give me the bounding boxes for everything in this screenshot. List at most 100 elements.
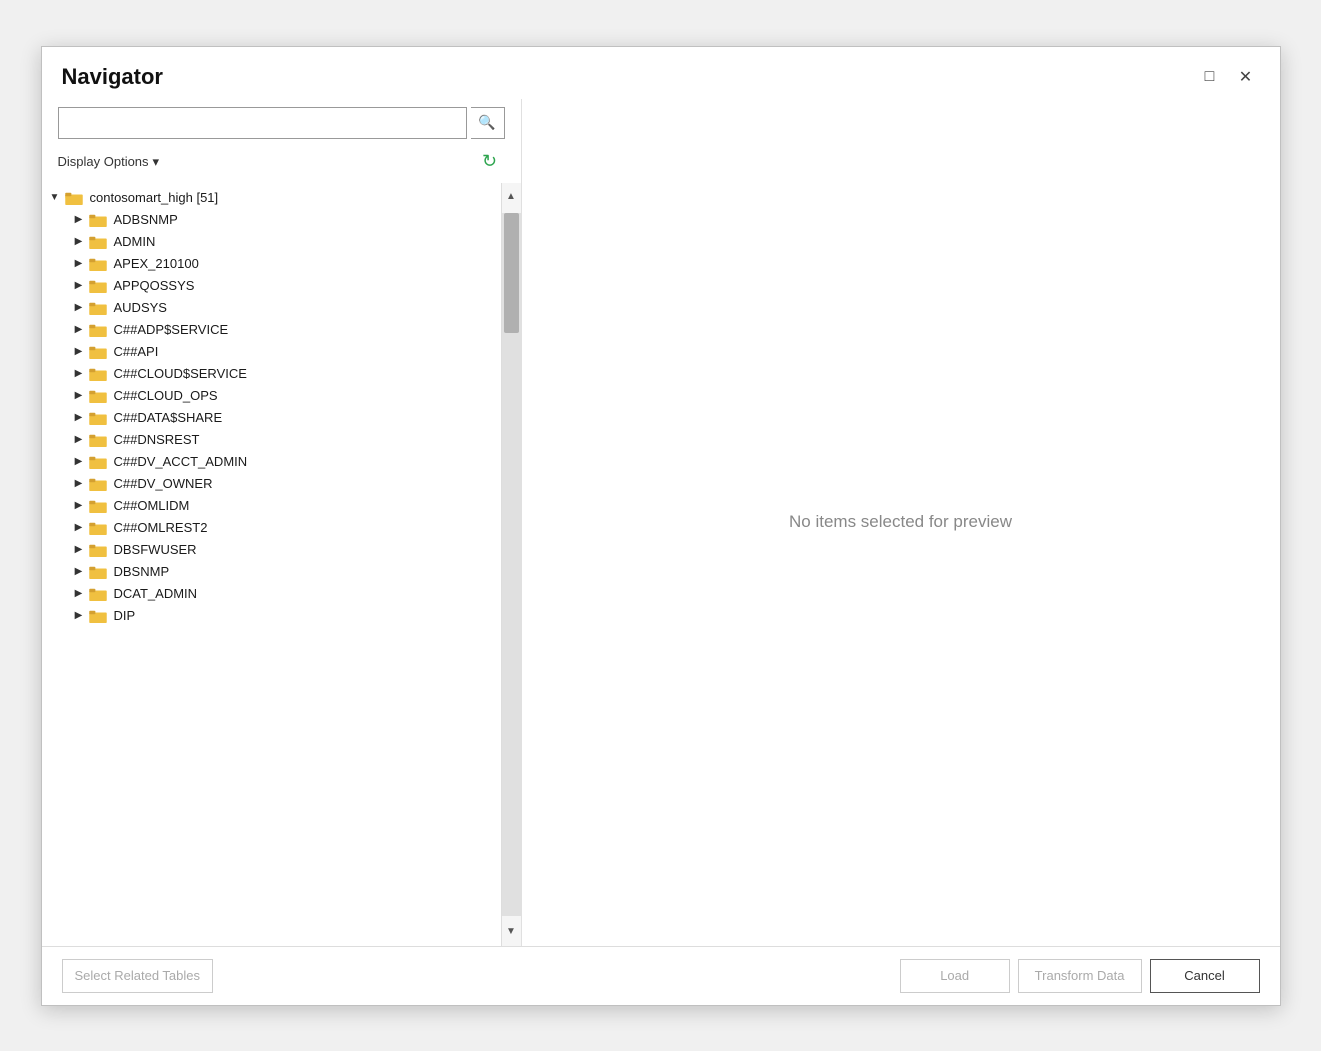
refresh-button[interactable]: ↻ <box>475 147 505 177</box>
item-label: AUDSYS <box>114 300 167 315</box>
scroll-up-button[interactable]: ▲ <box>501 183 521 211</box>
expand-icon: ▶ <box>70 500 88 511</box>
search-button[interactable]: 🔍 <box>471 107 505 139</box>
folder-icon <box>88 476 108 492</box>
list-item[interactable]: ▶ DCAT_ADMIN <box>42 583 501 605</box>
folder-icon <box>88 344 108 360</box>
folder-icon <box>88 608 108 624</box>
list-item[interactable]: ▶ C##CLOUD_OPS <box>42 385 501 407</box>
expand-icon: ▶ <box>70 346 88 357</box>
list-item[interactable]: ▶ C##OMLREST2 <box>42 517 501 539</box>
list-item[interactable]: ▶ AUDSYS <box>42 297 501 319</box>
transform-data-button[interactable]: Transform Data <box>1018 959 1142 993</box>
folder-icon <box>88 520 108 536</box>
item-label: C##DNSREST <box>114 432 200 447</box>
expand-icon: ▶ <box>70 522 88 533</box>
item-label: C##OMLREST2 <box>114 520 208 535</box>
search-input[interactable] <box>58 107 467 139</box>
tree-scroll[interactable]: ▼ contosomart_high [51] ▶ <box>42 183 501 946</box>
list-item[interactable]: ▶ C##DV_OWNER <box>42 473 501 495</box>
item-label: C##DATA$SHARE <box>114 410 223 425</box>
folder-icon <box>88 454 108 470</box>
item-label: C##DV_OWNER <box>114 476 213 491</box>
root-item-label: contosomart_high [51] <box>90 190 219 205</box>
folder-icon <box>88 432 108 448</box>
folder-icon <box>88 388 108 404</box>
cancel-button[interactable]: Cancel <box>1150 959 1260 993</box>
item-label: C##CLOUD$SERVICE <box>114 366 247 381</box>
refresh-icon: ↻ <box>482 151 497 172</box>
folder-icon <box>88 586 108 602</box>
folder-icon <box>88 322 108 338</box>
item-label: DCAT_ADMIN <box>114 586 198 601</box>
scroll-track: ▲ ▼ <box>501 183 521 946</box>
list-item[interactable]: ▶ APPQOSSYS <box>42 275 501 297</box>
expand-icon: ▶ <box>70 434 88 445</box>
item-label: DIP <box>114 608 136 623</box>
no-preview-message: No items selected for preview <box>789 512 1012 532</box>
expand-icon: ▶ <box>70 324 88 335</box>
item-label: ADBSNMP <box>114 212 178 227</box>
title-bar-controls: □ ✕ <box>1196 63 1260 91</box>
dialog-title: Navigator <box>62 64 163 90</box>
expand-icon: ▶ <box>70 280 88 291</box>
left-panel: 🔍 Display Options ▾ ↻ ▼ <box>42 99 522 946</box>
root-folder-icon <box>64 190 84 206</box>
expand-icon: ▶ <box>70 368 88 379</box>
folder-icon <box>88 212 108 228</box>
item-label: C##API <box>114 344 159 359</box>
search-icon: 🔍 <box>478 114 495 131</box>
list-item[interactable]: ▶ C##ADP$SERVICE <box>42 319 501 341</box>
display-options-label: Display Options <box>58 154 149 169</box>
display-options-button[interactable]: Display Options ▾ <box>58 154 160 170</box>
dialog-body: 🔍 Display Options ▾ ↻ ▼ <box>42 99 1280 946</box>
folder-icon <box>88 366 108 382</box>
list-item[interactable]: ▶ C##DV_ACCT_ADMIN <box>42 451 501 473</box>
right-panel: No items selected for preview <box>522 99 1280 946</box>
list-item[interactable]: ▶ C##API <box>42 341 501 363</box>
maximize-button[interactable]: □ <box>1196 63 1224 91</box>
folder-icon <box>88 410 108 426</box>
scroll-bar-thumb[interactable] <box>504 213 519 333</box>
list-item[interactable]: ▶ APEX_210100 <box>42 253 501 275</box>
expand-icon: ▶ <box>70 258 88 269</box>
tree-root-item[interactable]: ▼ contosomart_high [51] <box>42 187 501 209</box>
list-item[interactable]: ▶ DBSNMP <box>42 561 501 583</box>
folder-icon <box>88 564 108 580</box>
expand-icon: ▶ <box>70 610 88 621</box>
list-item[interactable]: ▶ ADMIN <box>42 231 501 253</box>
folder-icon <box>88 256 108 272</box>
load-button[interactable]: Load <box>900 959 1010 993</box>
list-item[interactable]: ▶ DBSFWUSER <box>42 539 501 561</box>
item-label: C##ADP$SERVICE <box>114 322 229 337</box>
expand-icon: ▶ <box>70 214 88 225</box>
item-label: C##OMLIDM <box>114 498 190 513</box>
folder-icon <box>88 498 108 514</box>
item-label: C##CLOUD_OPS <box>114 388 218 403</box>
select-related-tables-button[interactable]: Select Related Tables <box>62 959 214 993</box>
folder-icon <box>88 278 108 294</box>
close-button[interactable]: ✕ <box>1232 63 1260 91</box>
list-item[interactable]: ▶ C##DATA$SHARE <box>42 407 501 429</box>
expand-collapse-icon: ▼ <box>46 192 64 203</box>
folder-icon <box>88 542 108 558</box>
search-row: 🔍 <box>42 99 521 143</box>
list-item[interactable]: ▶ DIP <box>42 605 501 627</box>
expand-icon: ▶ <box>70 456 88 467</box>
list-item[interactable]: ▶ C##OMLIDM <box>42 495 501 517</box>
folder-icon <box>88 234 108 250</box>
expand-icon: ▶ <box>70 236 88 247</box>
navigator-dialog: Navigator □ ✕ 🔍 Display Options ▾ <box>41 46 1281 1006</box>
expand-icon: ▶ <box>70 588 88 599</box>
list-item[interactable]: ▶ C##DNSREST <box>42 429 501 451</box>
folder-icon <box>88 300 108 316</box>
options-row: Display Options ▾ ↻ <box>42 143 521 183</box>
list-item[interactable]: ▶ C##CLOUD$SERVICE <box>42 363 501 385</box>
item-label: APPQOSSYS <box>114 278 195 293</box>
scroll-bar-track <box>502 213 521 916</box>
list-item[interactable]: ▶ ADBSNMP <box>42 209 501 231</box>
expand-icon: ▶ <box>70 390 88 401</box>
scroll-down-button[interactable]: ▼ <box>501 918 521 946</box>
chevron-down-icon: ▾ <box>153 154 160 170</box>
footer-right: Load Transform Data Cancel <box>900 959 1260 993</box>
